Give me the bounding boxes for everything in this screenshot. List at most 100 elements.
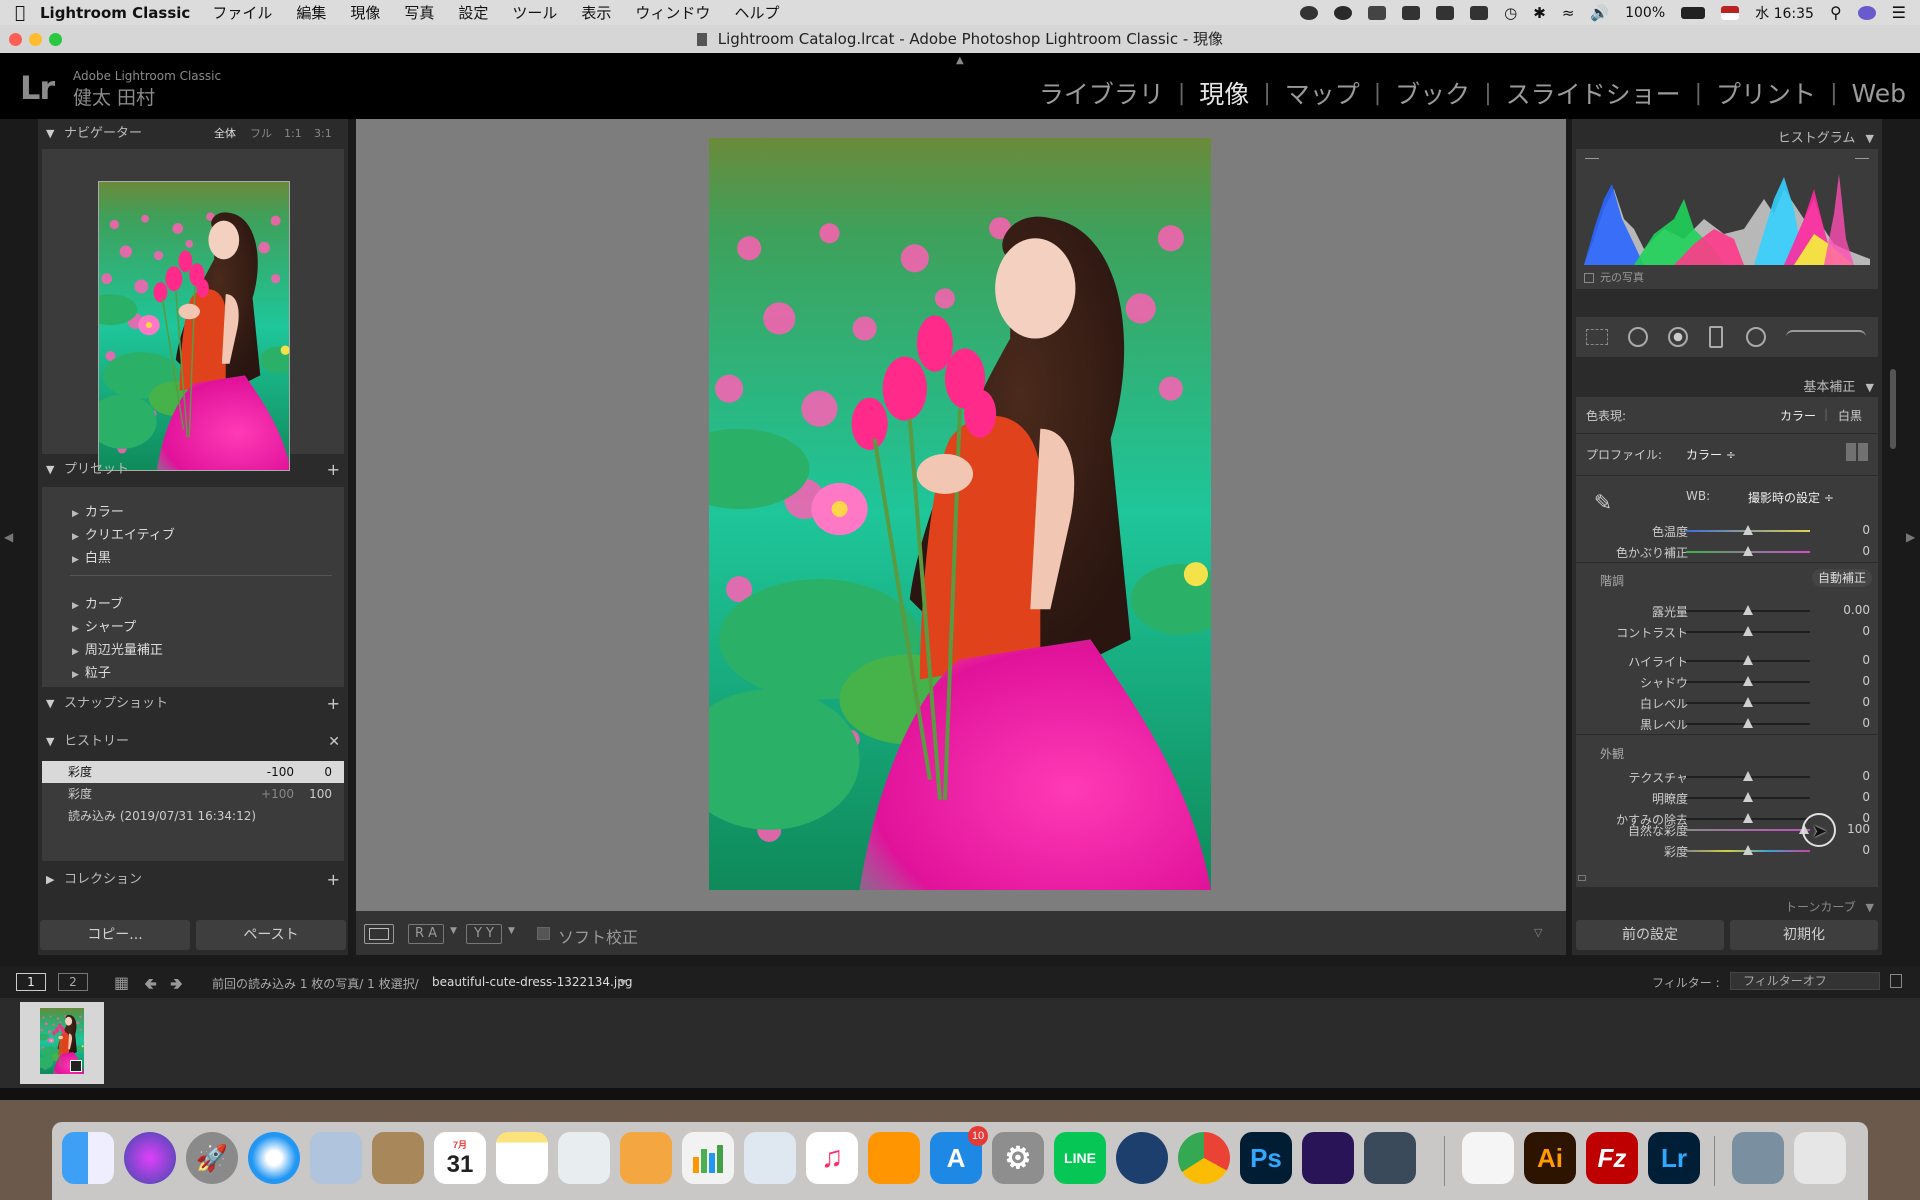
preset-folder-creative[interactable]: ▶ クリエイティブ <box>72 524 175 543</box>
media-encoder-icon[interactable] <box>1302 1132 1354 1184</box>
siri-icon[interactable] <box>1857 5 1876 20</box>
preset-folder-sharpen[interactable]: ▶ シャープ <box>72 616 136 635</box>
dropbox-icon[interactable] <box>1368 5 1387 20</box>
clear-history-icon[interactable]: ✕ <box>328 727 340 757</box>
time-machine-icon[interactable]: ◷ <box>1504 4 1517 22</box>
red-eye-icon[interactable] <box>1668 327 1688 347</box>
calendar-icon[interactable]: 7月 31 <box>434 1132 486 1184</box>
minimize-window-button[interactable] <box>29 33 42 46</box>
maps-icon[interactable] <box>558 1132 610 1184</box>
image-canvas[interactable] <box>356 119 1566 911</box>
right-panel-scrollbar[interactable] <box>1890 369 1896 449</box>
profile-select[interactable]: カラー ÷ <box>1686 446 1736 463</box>
module-book[interactable]: ブック <box>1395 75 1470 111</box>
toolbar-options-icon[interactable]: ▽ <box>1534 926 1542 939</box>
spot-removal-icon[interactable] <box>1628 327 1648 347</box>
slider-knob[interactable] <box>1743 546 1753 556</box>
slider-value[interactable]: 0 <box>1862 523 1870 537</box>
main-photo[interactable] <box>709 138 1211 890</box>
filmstrip-source[interactable]: 前回の読み込み 1 枚の写真/ 1 枚選択/ <box>212 975 419 992</box>
bluetooth-icon[interactable]: ✱ <box>1533 4 1546 22</box>
previous-settings-button[interactable]: 前の設定 <box>1576 920 1724 950</box>
keynote-icon[interactable] <box>744 1132 796 1184</box>
slider-row[interactable]: 彩度 0 <box>1576 841 1878 861</box>
radial-filter-icon[interactable] <box>1746 327 1766 347</box>
slider-value[interactable]: 0 <box>1862 716 1870 730</box>
menu-tools[interactable]: ツール <box>512 2 557 23</box>
slider-row[interactable]: 黒レベル 0 <box>1576 714 1878 734</box>
slider-knob[interactable] <box>1743 655 1753 665</box>
dropdown-arrow-icon[interactable]: ▼ <box>620 978 626 987</box>
graduated-filter-icon[interactable] <box>1709 326 1723 348</box>
window-1-button[interactable]: 1 <box>16 973 46 991</box>
safari-icon[interactable] <box>248 1132 300 1184</box>
trash-icon[interactable] <box>1794 1132 1846 1184</box>
collections-header[interactable]: ▶ コレクション + <box>38 865 348 895</box>
zoom-window-button[interactable] <box>49 33 62 46</box>
filezilla-icon[interactable]: Fz <box>1586 1132 1638 1184</box>
preview-app-icon[interactable] <box>310 1132 362 1184</box>
bull-app-icon[interactable] <box>1364 1132 1416 1184</box>
back-arrow-icon[interactable]: 🢀 <box>144 973 157 1000</box>
slider-value[interactable]: 0 <box>1862 695 1870 709</box>
slider-row[interactable]: 白レベル 0 <box>1576 693 1878 713</box>
white-balance-eyedropper-icon[interactable]: ✎ <box>1586 487 1620 521</box>
slider-row[interactable]: コントラスト 0 <box>1576 622 1878 642</box>
slider-value[interactable]: 0.00 <box>1843 603 1870 617</box>
slider-value[interactable]: 100 <box>1847 822 1870 836</box>
reset-button[interactable]: 初期化 <box>1730 920 1878 950</box>
slider-knob[interactable] <box>1743 697 1753 707</box>
slider-value[interactable]: 0 <box>1862 790 1870 804</box>
slider-row[interactable]: 露光量 0.00 <box>1576 601 1878 621</box>
notes-icon[interactable] <box>496 1132 548 1184</box>
downloads-stack-icon[interactable] <box>1732 1132 1784 1184</box>
window-2-button[interactable]: 2 <box>58 973 88 991</box>
text-extra-icon[interactable] <box>1470 5 1489 20</box>
navigator-preview[interactable] <box>42 149 344 471</box>
slider-row[interactable]: 色温度 0 <box>1576 521 1878 541</box>
copy-settings-button[interactable]: コピー... <box>40 920 190 950</box>
navigator-header[interactable]: ▼ ナビゲーター 全体 フル 1:1 3:1 <box>38 119 348 149</box>
apple-menu-icon[interactable]:  <box>0 3 40 23</box>
slider-knob[interactable] <box>1743 845 1753 855</box>
slider-value[interactable]: 0 <box>1862 674 1870 688</box>
preset-folder-bw[interactable]: ▶ 白黒 <box>72 547 111 566</box>
volume-icon[interactable]: 🔊 <box>1590 4 1609 22</box>
histogram[interactable]: ▲ ▲ 元の写真 <box>1576 149 1878 289</box>
module-slideshow[interactable]: スライドショー <box>1506 75 1681 111</box>
history-step[interactable]: 彩度 +100 100 <box>42 783 344 805</box>
right-panel-toggle-icon[interactable]: ▶ <box>1906 530 1915 544</box>
module-develop[interactable]: 現像 <box>1199 75 1249 111</box>
auto-tone-button[interactable]: 自動補正 <box>1812 569 1872 587</box>
menu-edit[interactable]: 編集 <box>296 2 326 23</box>
dropdown-arrow-icon[interactable]: ▼ <box>508 926 515 936</box>
quicktime-icon[interactable] <box>1116 1132 1168 1184</box>
zoom-1-1[interactable]: 1:1 <box>284 119 302 149</box>
pages-icon[interactable] <box>620 1132 672 1184</box>
menu-window[interactable]: ウィンドウ <box>635 2 710 23</box>
spotlight-search-icon[interactable]: ⚲ <box>1830 3 1842 22</box>
history-step[interactable]: 彩度 -100 0 <box>42 761 344 783</box>
histogram-header[interactable]: ヒストグラム ▼ <box>1778 127 1874 146</box>
line-status-icon[interactable] <box>1334 5 1353 20</box>
panel-solo-icon[interactable] <box>1578 875 1586 881</box>
treatment-bw-button[interactable]: 白黒 <box>1838 407 1862 424</box>
slider-track[interactable] <box>1686 829 1810 831</box>
filmstrip-filename[interactable]: beautiful-cute-dress-1322134.jpg <box>432 975 632 989</box>
slider-knob[interactable] <box>1743 676 1753 686</box>
paste-settings-button[interactable]: ペースト <box>196 920 346 950</box>
slider-knob[interactable] <box>1743 771 1753 781</box>
presets-header[interactable]: ▼ プリセット + <box>38 455 348 485</box>
illustrator-icon[interactable]: Ai <box>1524 1132 1576 1184</box>
photoshop-icon[interactable]: Ps <box>1240 1132 1292 1184</box>
snapshots-header[interactable]: ▼ スナップショット + <box>38 689 348 719</box>
slider-row[interactable]: ハイライト 0 <box>1576 651 1878 671</box>
slider-value[interactable]: 0 <box>1862 769 1870 783</box>
input-source-flag-icon[interactable] <box>1721 5 1740 20</box>
itunes-icon[interactable]: ♫ <box>806 1132 858 1184</box>
finder-icon[interactable] <box>62 1132 114 1184</box>
lightroom-icon[interactable]: Lr <box>1648 1132 1700 1184</box>
menu-view[interactable]: 表示 <box>581 2 611 23</box>
add-preset-icon[interactable]: + <box>327 455 340 485</box>
siri-dock-icon[interactable] <box>124 1132 176 1184</box>
